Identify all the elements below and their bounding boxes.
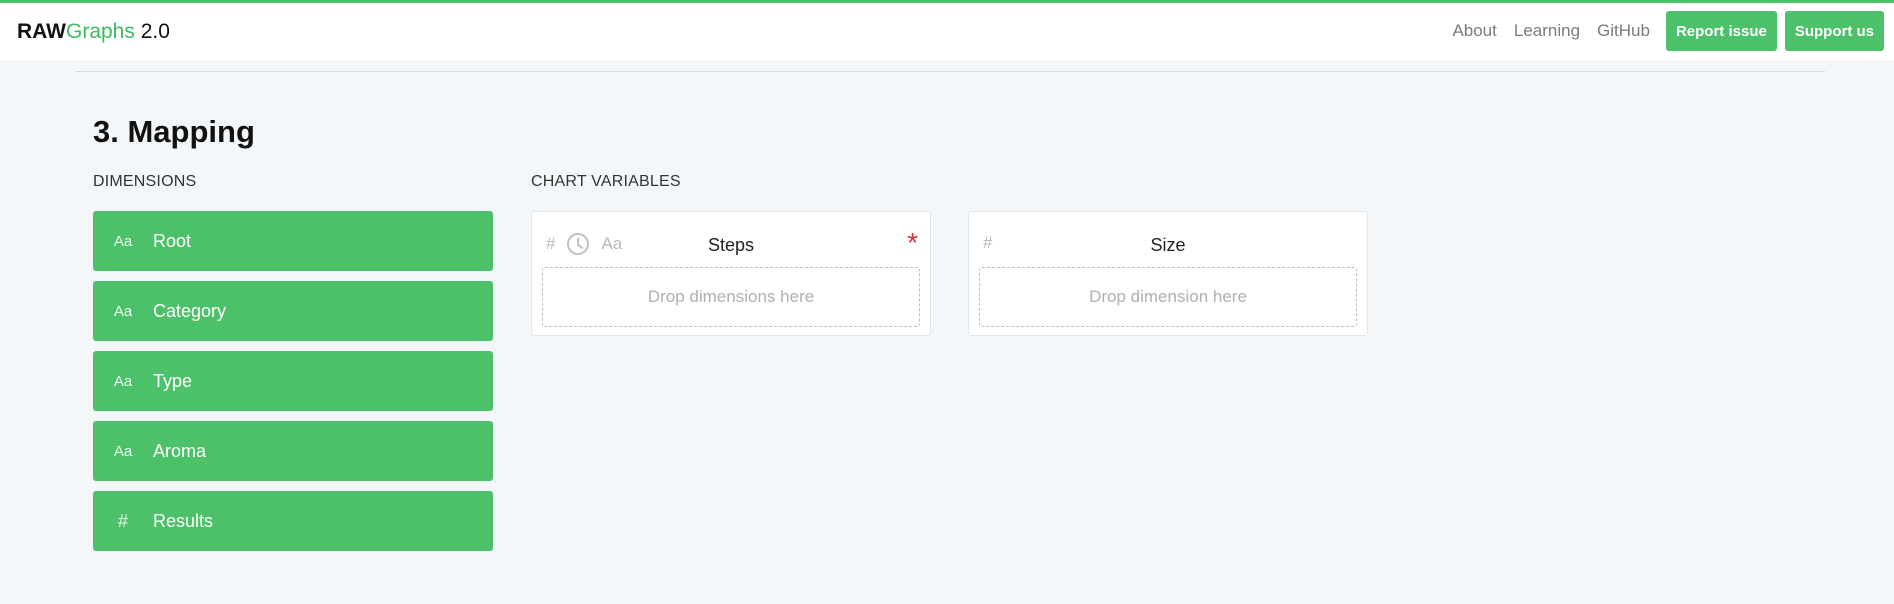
dimension-label: Aroma [153, 440, 207, 461]
variable-header: # Aa Steps * [532, 212, 930, 268]
dimensions-list: Aa Root Aa Category Aa Type Aa Aroma # R… [93, 211, 493, 561]
dimension-label: Category [153, 300, 227, 321]
number-type-icon: # [117, 510, 128, 531]
nav-about-link[interactable]: About [1452, 21, 1496, 41]
text-type-icon: Aa [113, 442, 133, 460]
dimension-card-aroma[interactable]: Aa Aroma [93, 421, 493, 481]
variable-header: # Size [969, 212, 1367, 268]
dimension-card-results[interactable]: # Results [93, 491, 493, 551]
dimension-label: Root [153, 230, 192, 251]
app-logo[interactable]: RAWGraphs 2.0 [17, 20, 170, 44]
dimension-card-root[interactable]: Aa Root [93, 211, 493, 271]
variable-title: Steps [707, 235, 755, 255]
drop-zone[interactable]: Drop dimension here [979, 267, 1357, 327]
main-nav: About Learning GitHub Report issue Suppo… [1452, 10, 1884, 52]
brand-version: 2.0 [140, 20, 170, 43]
text-type-icon: Aa [113, 302, 133, 320]
dimension-label: Results [153, 510, 214, 531]
nav-github-link[interactable]: GitHub [1597, 21, 1650, 41]
chart-variables-heading: CHART VARIABLES [531, 173, 681, 190]
drop-zone[interactable]: Drop dimensions here [542, 267, 920, 327]
dimension-card-type[interactable]: Aa Type [93, 351, 493, 411]
brand-raw: RAW [17, 20, 66, 43]
text-type-icon: Aa [113, 372, 133, 390]
dimension-label: Type [153, 370, 193, 391]
brand-graphs: Graphs [66, 20, 135, 43]
required-asterisk-icon: * [907, 227, 918, 258]
chart-variable-size: # Size Drop dimension here [968, 211, 1368, 336]
dimensions-heading: DIMENSIONS [93, 173, 197, 190]
section-divider [75, 71, 1825, 72]
dimension-card-category[interactable]: Aa Category [93, 281, 493, 341]
page-title: 3. Mapping [93, 114, 255, 149]
chart-variable-steps: # Aa Steps * Drop dimensions here [531, 211, 931, 336]
top-navbar: RAWGraphs 2.0 About Learning GitHub Repo… [0, 0, 1894, 60]
support-us-button[interactable]: Support us [1784, 11, 1884, 51]
report-issue-button[interactable]: Report issue [1665, 11, 1777, 51]
nav-learning-link[interactable]: Learning [1514, 21, 1580, 41]
text-type-icon: Aa [113, 232, 133, 250]
variable-title: Size [1150, 235, 1186, 255]
